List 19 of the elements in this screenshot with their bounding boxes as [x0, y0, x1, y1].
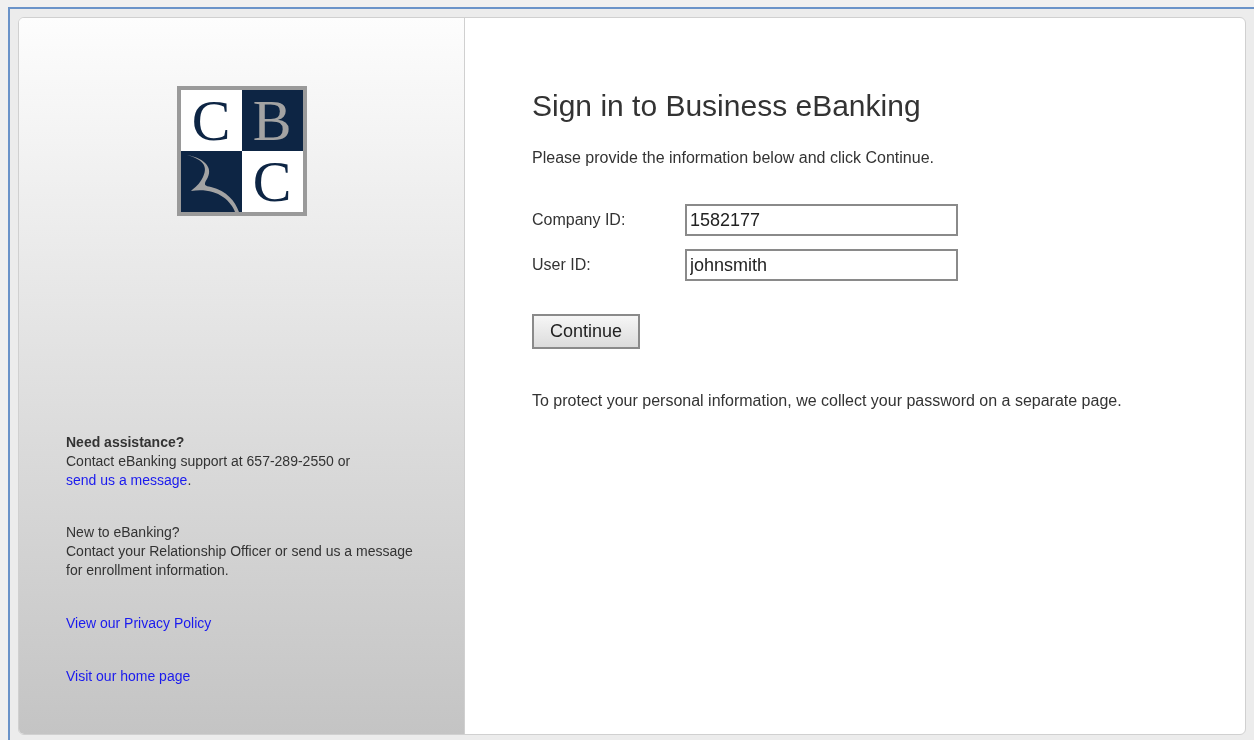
logo-letter: C — [241, 151, 303, 212]
footer-link[interactable]: Visit our home page — [66, 667, 191, 686]
page-title: Sign in to Business eBanking — [532, 88, 922, 124]
instructions-text: Please provide the information below and click Continue. — [532, 148, 935, 168]
continue-button[interactable]: Continue — [532, 314, 641, 349]
text-field[interactable]: johnsmith — [685, 249, 958, 281]
footer-link[interactable]: View our Privacy Policy — [66, 614, 212, 633]
field-label: User ID: — [532, 255, 592, 275]
enrollment-heading: New to eBanking? — [66, 523, 181, 542]
text-field[interactable]: 1582177 — [685, 204, 958, 236]
swoosh-icon — [180, 151, 242, 212]
enrollment-text: Contact your Relationship Officer or send us a message for enrollment information. — [66, 542, 414, 580]
assistance-heading: Need assistance? — [66, 433, 186, 452]
logo-letter: C — [180, 90, 242, 151]
assistance-text: Contact eBanking support at 657-289-2550 or send us a message. — [66, 452, 352, 490]
field-label: Company ID: — [532, 210, 627, 230]
logo-letter: B — [241, 90, 303, 151]
message-link[interactable]: send us a message — [66, 472, 188, 488]
password-note: To protect your personal information, we collect your password on a separate page. — [532, 391, 1123, 411]
